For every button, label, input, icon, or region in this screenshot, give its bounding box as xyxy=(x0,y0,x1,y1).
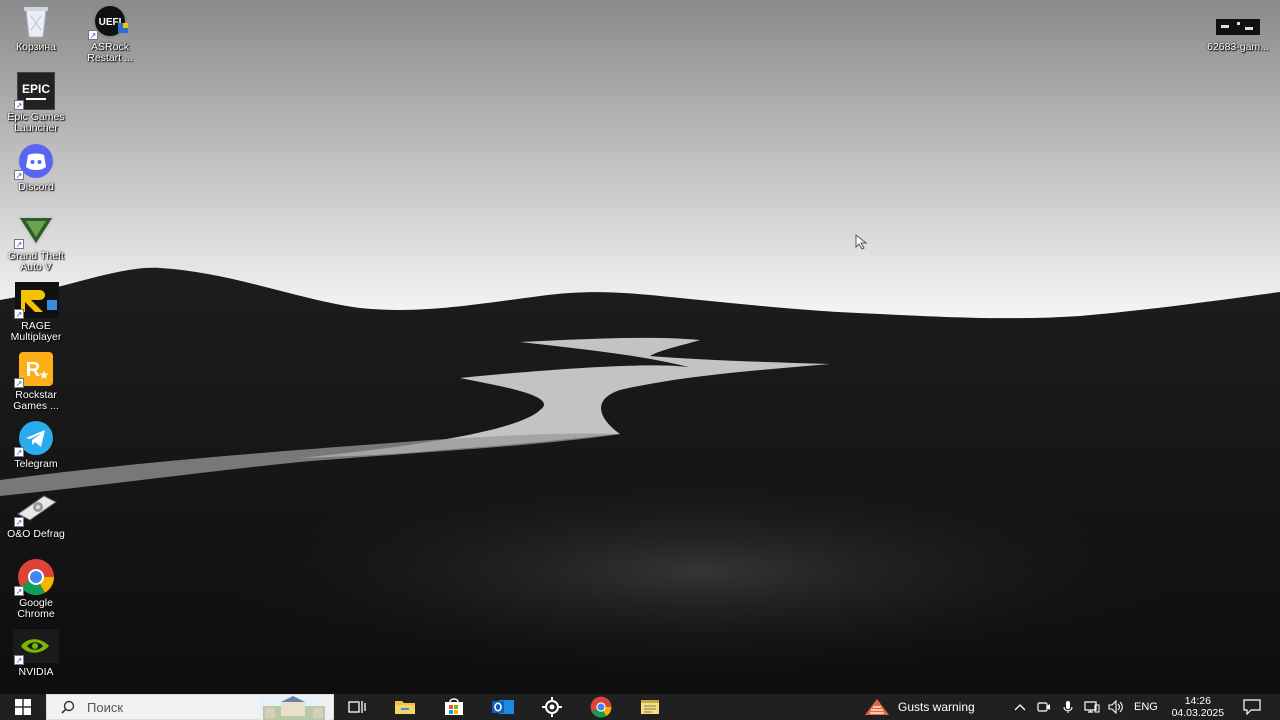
desktop-icon-label: Telegram xyxy=(14,458,58,470)
tray-network[interactable] xyxy=(1080,694,1104,720)
shortcut-arrow-icon: ↗ xyxy=(88,30,98,40)
desktop-icon-recycle-bin[interactable]: Корзина xyxy=(0,2,72,53)
mouse-cursor-icon xyxy=(855,234,868,250)
taskbar-outlook[interactable] xyxy=(478,694,527,720)
search-icon xyxy=(61,700,81,714)
shortcut-arrow-icon: ↗ xyxy=(14,239,24,249)
desktop-icon-label: Корзина xyxy=(16,41,56,53)
outlook-icon xyxy=(491,700,514,714)
weather-text: Gusts warning xyxy=(898,700,975,714)
notification-icon xyxy=(1243,699,1261,715)
wallpaper-dunes xyxy=(0,0,1280,694)
tray-overflow-chevron[interactable] xyxy=(1008,694,1032,720)
desktop-icon-label: 62683-gam... xyxy=(1207,41,1269,53)
store-icon xyxy=(444,698,463,715)
windows-logo-icon xyxy=(15,699,31,715)
start-button[interactable] xyxy=(0,694,46,720)
weather-warning-icon xyxy=(865,699,889,715)
desktop-icon-file[interactable]: 62683-gam... xyxy=(1202,14,1274,53)
desktop-icon-epic-games[interactable]: EPIC ↗ Epic Games Launcher xyxy=(0,72,72,134)
desktop-icon-label: Rockstar Games ... xyxy=(13,389,59,412)
shortcut-arrow-icon: ↗ xyxy=(14,309,24,319)
file-icon xyxy=(1216,19,1260,35)
network-icon xyxy=(1084,701,1100,713)
taskbar: Поиск Gusts warning ENG 14:26 04.03.2025 xyxy=(0,694,1280,720)
desktop-icon-label: ASRock Restart ... xyxy=(87,41,133,64)
notification-center-button[interactable] xyxy=(1240,694,1264,720)
desktop-icon-chrome[interactable]: ↗ Google Chrome xyxy=(0,558,72,620)
desktop-icon-gta-v[interactable]: ↗ Grand Theft Auto V xyxy=(0,211,72,273)
chrome-icon xyxy=(590,696,611,718)
steelseries-icon xyxy=(541,697,562,717)
file-explorer-icon xyxy=(394,701,415,714)
svg-text:★: ★ xyxy=(39,368,50,382)
clock-time: 14:26 xyxy=(1184,695,1211,707)
tray-microphone[interactable] xyxy=(1056,694,1080,720)
language-indicator[interactable]: ENG xyxy=(1134,701,1158,713)
desktop-icon-telegram[interactable]: ↗ Telegram xyxy=(0,419,72,470)
notes-icon xyxy=(640,700,659,714)
search-box[interactable]: Поиск xyxy=(46,694,334,720)
task-view-button[interactable] xyxy=(334,694,380,720)
desktop-icon-label: NVIDIA xyxy=(18,666,54,678)
desktop-icon-label: Epic Games Launcher xyxy=(7,111,65,134)
desktop-icon-label: Grand Theft Auto V xyxy=(8,250,64,273)
shortcut-arrow-icon: ↗ xyxy=(14,655,24,665)
task-view-icon xyxy=(348,701,366,713)
desktop-icon-label: O&O Defrag xyxy=(7,528,65,540)
desktop-icon-rage-mp[interactable]: ↗ RAGE Multiplayer xyxy=(0,281,72,343)
shortcut-arrow-icon: ↗ xyxy=(14,100,24,110)
search-placeholder: Поиск xyxy=(87,699,124,715)
desktop-icon-asrock-restart[interactable]: UEFI ↗ ASRock Restart ... xyxy=(74,2,146,64)
desktop-icon-label: Discord xyxy=(18,181,54,193)
desktop-icon-label: RAGE Multiplayer xyxy=(10,320,62,343)
taskbar-file-explorer[interactable] xyxy=(380,694,429,720)
tray-camera[interactable] xyxy=(1032,694,1056,720)
desktop-icon-rockstar[interactable]: R ★ ↗ Rockstar Games ... xyxy=(0,350,72,412)
shortcut-arrow-icon: ↗ xyxy=(14,170,24,180)
recycle-bin-icon xyxy=(24,7,48,38)
system-tray: ENG 14:26 04.03.2025 xyxy=(1008,694,1230,720)
taskbar-chrome[interactable] xyxy=(576,694,625,720)
weather-widget[interactable]: Gusts warning xyxy=(864,694,975,720)
desktop-icon-label: Google Chrome xyxy=(17,597,55,620)
taskbar-notes[interactable] xyxy=(625,694,674,720)
desktop-icon-oo-defrag[interactable]: ↗ O&O Defrag xyxy=(0,489,72,540)
clock-date: 04.03.2025 xyxy=(1171,707,1225,719)
shortcut-arrow-icon: ↗ xyxy=(14,378,24,388)
tray-volume[interactable] xyxy=(1104,694,1128,720)
chevron-up-icon xyxy=(1014,704,1026,711)
camera-icon xyxy=(1037,702,1050,712)
clock[interactable]: 14:26 04.03.2025 xyxy=(1166,695,1230,719)
desktop-icon-nvidia[interactable]: ↗ NVIDIA xyxy=(0,627,72,678)
taskbar-store[interactable] xyxy=(429,694,478,720)
microphone-icon xyxy=(1063,701,1073,713)
volume-icon xyxy=(1108,700,1123,714)
desktop-icon-discord[interactable]: ↗ Discord xyxy=(0,142,72,193)
taskbar-steelseries[interactable] xyxy=(527,694,576,720)
shortcut-arrow-icon: ↗ xyxy=(14,586,24,596)
shortcut-arrow-icon: ↗ xyxy=(14,447,24,457)
desktop: Корзина UEFI ↗ ASRock Restart ... EPIC ↗… xyxy=(0,0,1280,694)
shortcut-arrow-icon: ↗ xyxy=(14,517,24,527)
search-highlight-image xyxy=(259,696,329,720)
